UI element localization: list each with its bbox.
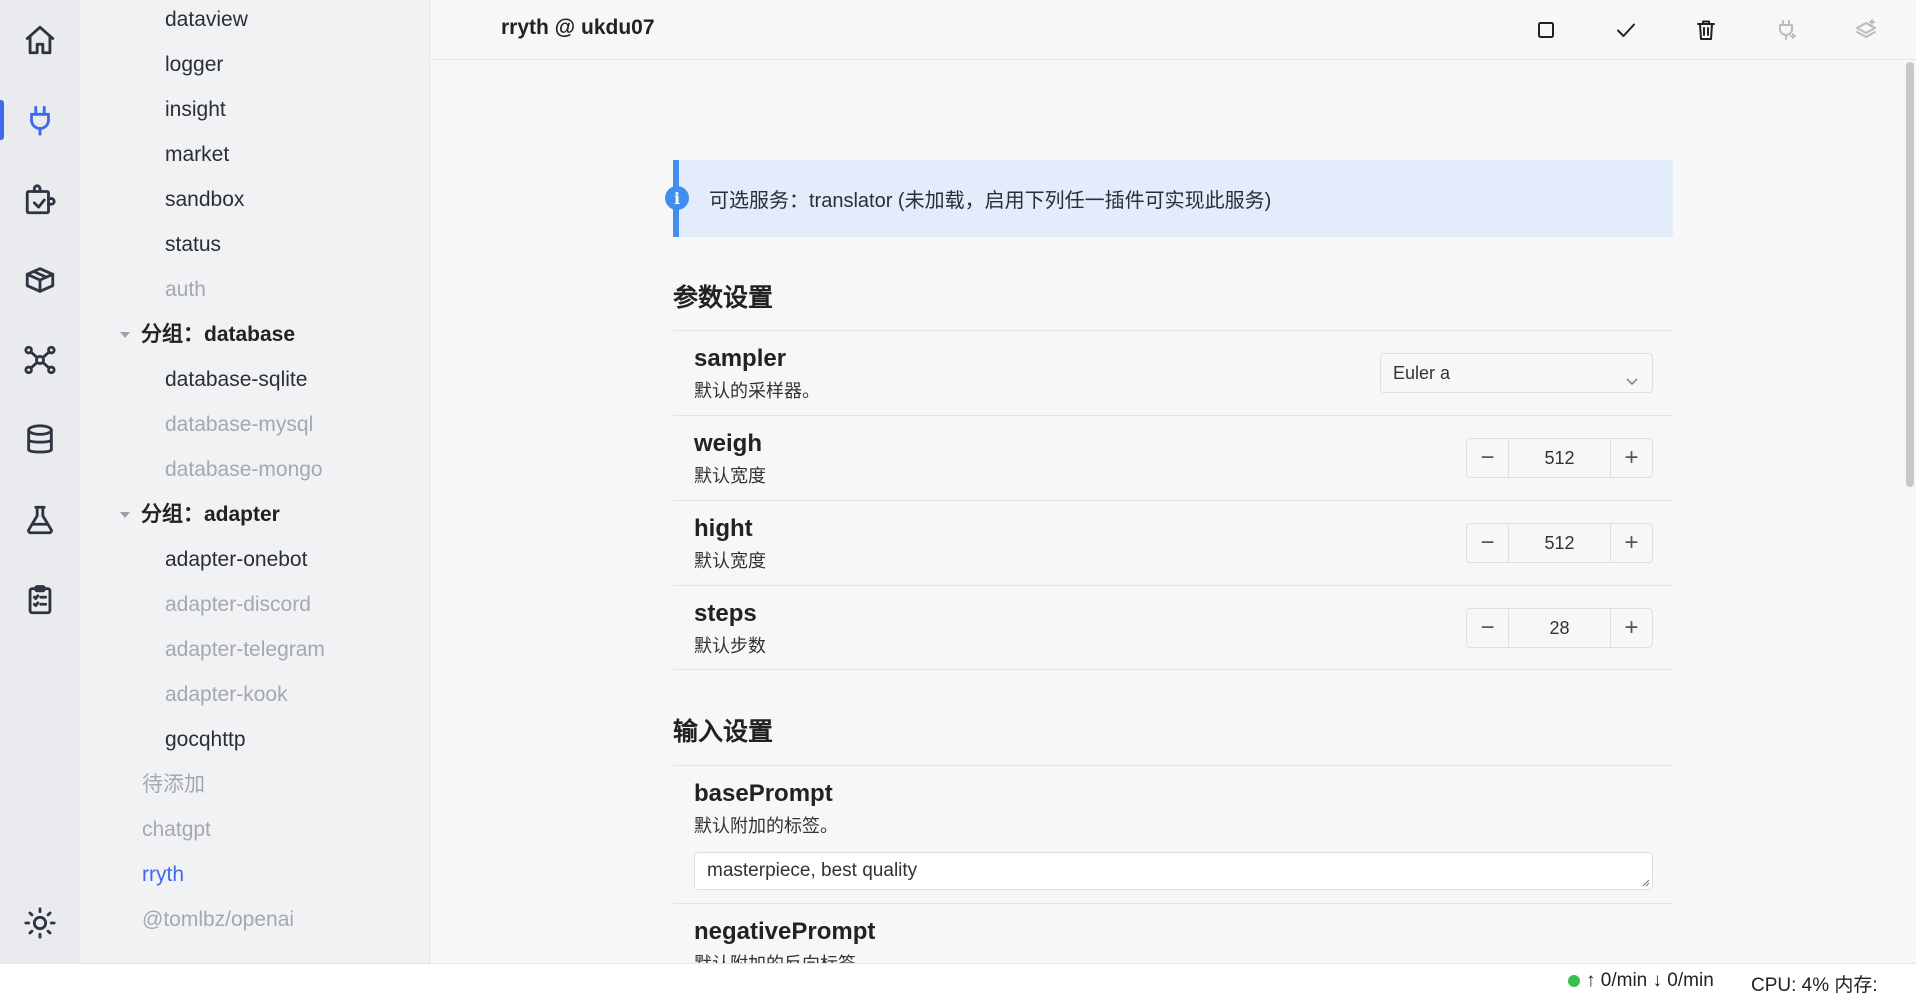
setting-row-steps: steps 默认步数 − 28 + <box>673 585 1673 670</box>
service-alert: i 可选服务：translator (未加载，启用下列任一插件可实现此服务) <box>665 160 1673 237</box>
tree-item-database-mysql[interactable]: database-mysql <box>165 410 313 440</box>
plug-icon[interactable] <box>0 92 80 148</box>
hight-stepper: − 512 + <box>1466 523 1653 563</box>
page-title: rryth @ ukdu07 <box>501 16 655 39</box>
caret-down-icon <box>120 512 130 518</box>
increment-button[interactable]: + <box>1610 524 1652 562</box>
network-rate: ↑ 0/min ↓ 0/min <box>1586 970 1714 991</box>
database-icon[interactable] <box>0 412 80 468</box>
setting-name: negativePrompt <box>694 918 876 945</box>
tree-item-gocqhttp[interactable]: gocqhttp <box>165 725 246 755</box>
info-icon: i <box>665 186 689 210</box>
tree-item-adapter-kook[interactable]: adapter-kook <box>165 680 288 710</box>
content-scrollbar[interactable] <box>1906 62 1914 487</box>
textarea-value: masterpiece, best quality <box>707 860 918 881</box>
chevron-down-icon <box>1624 364 1640 386</box>
resize-grip-icon[interactable] <box>1640 877 1650 887</box>
setting-row-sampler: sampler 默认的采样器。 Euler a <box>673 330 1673 415</box>
group-label: 分组：adapter <box>141 503 280 526</box>
tree-item-sandbox[interactable]: sandbox <box>165 185 244 215</box>
plug-icon[interactable] <box>1768 12 1804 48</box>
setting-desc: 默认宽度 <box>694 466 766 486</box>
setting-row-weigh: weigh 默认宽度 − 512 + <box>673 415 1673 500</box>
setting-name: steps <box>694 600 757 627</box>
tree-item-auth[interactable]: auth <box>165 275 206 305</box>
settings-content: i 可选服务：translator (未加载，启用下列任一插件可实现此服务) 参… <box>431 60 1904 963</box>
tree-group-database[interactable]: 分组：database <box>120 320 295 350</box>
group-label: 分组：database <box>141 323 296 346</box>
tree-item-openai[interactable]: @tomlbz/openai <box>142 905 294 935</box>
status-bar: ↑ 0/min ↓ 0/min CPU: 4% 内存: 40% <box>0 963 1916 997</box>
section-title-input: 输入设置 <box>673 718 774 746</box>
stepper-value[interactable]: 512 <box>1509 524 1610 562</box>
puzzle-icon[interactable] <box>0 172 80 228</box>
setting-name: weigh <box>694 430 763 457</box>
sampler-select[interactable]: Euler a <box>1380 353 1653 393</box>
tree-item-market[interactable]: market <box>165 140 229 170</box>
package-icon[interactable] <box>0 252 80 308</box>
decrement-button[interactable]: − <box>1467 439 1509 477</box>
clipboard-list-icon[interactable] <box>0 572 80 628</box>
weigh-stepper: − 512 + <box>1466 438 1653 478</box>
select-value: Euler a <box>1393 363 1451 383</box>
trash-icon[interactable] <box>1688 12 1724 48</box>
decrement-button[interactable]: − <box>1467 524 1509 562</box>
setting-desc: 默认附加的标签。 <box>694 816 838 836</box>
setting-name: basePrompt <box>694 780 833 807</box>
setting-name: hight <box>694 515 753 542</box>
plugin-tree: dataview logger insight market sandbox s… <box>80 0 430 963</box>
tree-item-chatgpt[interactable]: chatgpt <box>142 815 211 845</box>
tree-item-database-sqlite[interactable]: database-sqlite <box>165 365 307 395</box>
setting-desc: 默认的采样器。 <box>694 381 820 401</box>
setting-desc: 默认附加的反向标签。 <box>694 950 874 963</box>
setting-row-baseprompt: basePrompt 默认附加的标签。 masterpiece, best qu… <box>673 765 1673 903</box>
network-icon[interactable] <box>0 332 80 388</box>
layers-icon[interactable] <box>1848 12 1884 48</box>
alert-message: 可选服务：translator (未加载，启用下列任一插件可实现此服务) <box>709 190 1272 212</box>
tree-item-rryth[interactable]: rryth <box>142 860 184 890</box>
setting-row-negativeprompt: negativePrompt 默认附加的反向标签。 <box>673 903 1673 963</box>
tree-item-adapter-onebot[interactable]: adapter-onebot <box>165 545 307 575</box>
tree-group-adapter[interactable]: 分组：adapter <box>120 500 280 530</box>
tree-item-status[interactable]: status <box>165 230 221 260</box>
stepper-value[interactable]: 512 <box>1509 439 1610 477</box>
setting-row-hight: hight 默认宽度 − 512 + <box>673 500 1673 585</box>
tree-item-adapter-telegram[interactable]: adapter-telegram <box>165 635 325 665</box>
square-icon[interactable] <box>1528 12 1564 48</box>
tree-item-database-mongo[interactable]: database-mongo <box>165 455 323 485</box>
system-usage: CPU: 4% 内存: 40% <box>1751 975 1878 996</box>
tree-item-insight[interactable]: insight <box>165 95 226 125</box>
check-icon[interactable] <box>1608 12 1644 48</box>
section-title-params: 参数设置 <box>673 284 774 312</box>
sun-icon[interactable] <box>0 895 80 951</box>
stepper-value[interactable]: 28 <box>1509 609 1610 647</box>
activity-bar <box>0 0 80 963</box>
tree-item-dataview[interactable]: dataview <box>165 5 248 35</box>
setting-name: sampler <box>694 345 787 372</box>
status-indicator <box>1568 975 1580 987</box>
steps-stepper: − 28 + <box>1466 608 1653 648</box>
decrement-button[interactable]: − <box>1467 609 1509 647</box>
caret-down-icon <box>120 332 130 338</box>
increment-button[interactable]: + <box>1610 609 1652 647</box>
baseprompt-textarea[interactable]: masterpiece, best quality <box>694 852 1653 890</box>
tree-item-logger[interactable]: logger <box>165 50 223 80</box>
page-header: rryth @ ukdu07 <box>431 0 1916 60</box>
setting-desc: 默认宽度 <box>694 551 766 571</box>
tree-item-pending[interactable]: 待添加 <box>142 770 205 800</box>
increment-button[interactable]: + <box>1610 439 1652 477</box>
flask-icon[interactable] <box>0 492 80 548</box>
setting-desc: 默认步数 <box>694 636 766 656</box>
home-icon[interactable] <box>0 12 80 68</box>
tree-item-adapter-discord[interactable]: adapter-discord <box>165 590 311 620</box>
